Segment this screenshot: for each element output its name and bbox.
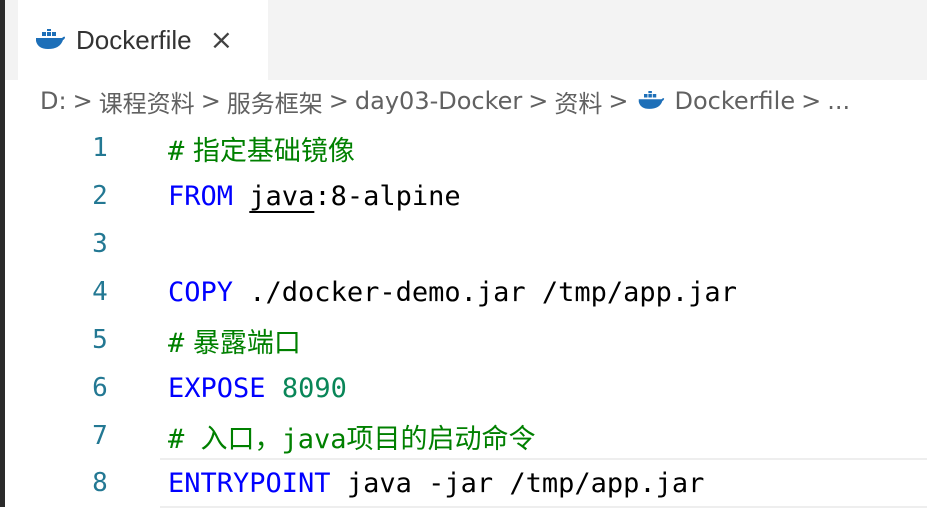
keyword: COPY [168,276,234,308]
breadcrumb-item-materials[interactable]: 资料 [554,84,602,119]
chevron-right-icon: > [608,87,629,115]
tab-dockerfile[interactable]: Dockerfile × [18,0,268,80]
breadcrumb-item-service-framework[interactable]: 服务框架 [227,84,323,119]
code-text: FROM java:8-alpine [168,181,461,212]
breadcrumb-item-course-materials[interactable]: 课程资料 [99,84,195,119]
line-number: 1 [92,133,108,163]
chevron-right-icon: > [72,87,93,115]
code-line[interactable]: 2 FROM java:8-alpine [0,172,927,220]
line-number: 4 [92,277,108,307]
code-line[interactable]: 7 # 入口，java项目的启动命令 [0,412,927,460]
code-text: # 入口，java项目的启动命令 [168,417,536,456]
chevron-right-icon: > [200,87,221,115]
close-icon[interactable]: × [210,26,233,54]
code-line[interactable]: 8 ENTRYPOINT java -jar /tmp/app.jar [0,459,927,507]
comment-hash: # [168,423,185,455]
code-line[interactable]: 5 # 暴露端口 [0,316,927,364]
code-line[interactable]: 6 EXPOSE 8090 [0,364,927,412]
code-text: # 暴露端口 [168,321,301,360]
breadcrumb-item-drive[interactable]: D: [40,87,67,115]
code-line[interactable]: 4 COPY ./docker-demo.jar /tmp/app.jar [0,268,927,316]
chevron-right-icon: > [801,87,822,115]
image-tag: :8-alpine [314,180,461,212]
line-number: 6 [92,373,108,403]
tab-label: Dockerfile [76,24,192,55]
image-name: java [249,180,315,212]
breadcrumb-item-more[interactable]: ... [827,87,850,115]
comment-text: 指定基础镜像 [184,135,355,167]
keyword: EXPOSE [168,372,266,404]
code-text: ENTRYPOINT java -jar /tmp/app.jar [168,468,704,499]
chevron-right-icon: > [528,87,549,115]
line-number: 8 [92,468,108,498]
comment-text: 入口，java项目的启动命令 [184,423,536,455]
keyword: FROM [168,180,234,212]
code-editor[interactable]: 1 # 指定基础镜像 2 FROM java:8-alpine 3 4 COPY… [0,122,927,508]
code-args: java -jar /tmp/app.jar [330,467,705,499]
line-number: 2 [92,181,108,211]
breadcrumb-item-day03-docker[interactable]: day03-Docker [355,87,522,115]
code-args: ./docker-demo.jar /tmp/app.jar [233,276,737,308]
line-number: 5 [92,325,108,355]
code-text: COPY ./docker-demo.jar /tmp/app.jar [168,277,737,308]
breadcrumb: D: > 课程资料 > 服务框架 > day03-Docker > 资料 > D… [40,82,925,120]
line-number: 7 [92,421,108,451]
code-text: EXPOSE 8090 [168,373,347,404]
comment-text: 暴露端口 [184,327,301,359]
comment-hash: # [168,327,185,359]
port-number: 8090 [281,372,347,404]
code-text: # 指定基础镜像 [168,129,355,168]
code-line[interactable]: 3 [0,220,927,268]
docker-whale-icon [36,29,65,49]
comment-hash: # [168,135,185,167]
chevron-right-icon: > [328,87,349,115]
code-line[interactable]: 1 # 指定基础镜像 [0,124,927,172]
breadcrumb-item-dockerfile[interactable]: Dockerfile [675,87,796,115]
tab-bar: Dockerfile × [5,0,927,80]
line-number: 3 [92,229,108,259]
keyword: ENTRYPOINT [168,467,331,499]
docker-whale-icon [638,91,664,109]
